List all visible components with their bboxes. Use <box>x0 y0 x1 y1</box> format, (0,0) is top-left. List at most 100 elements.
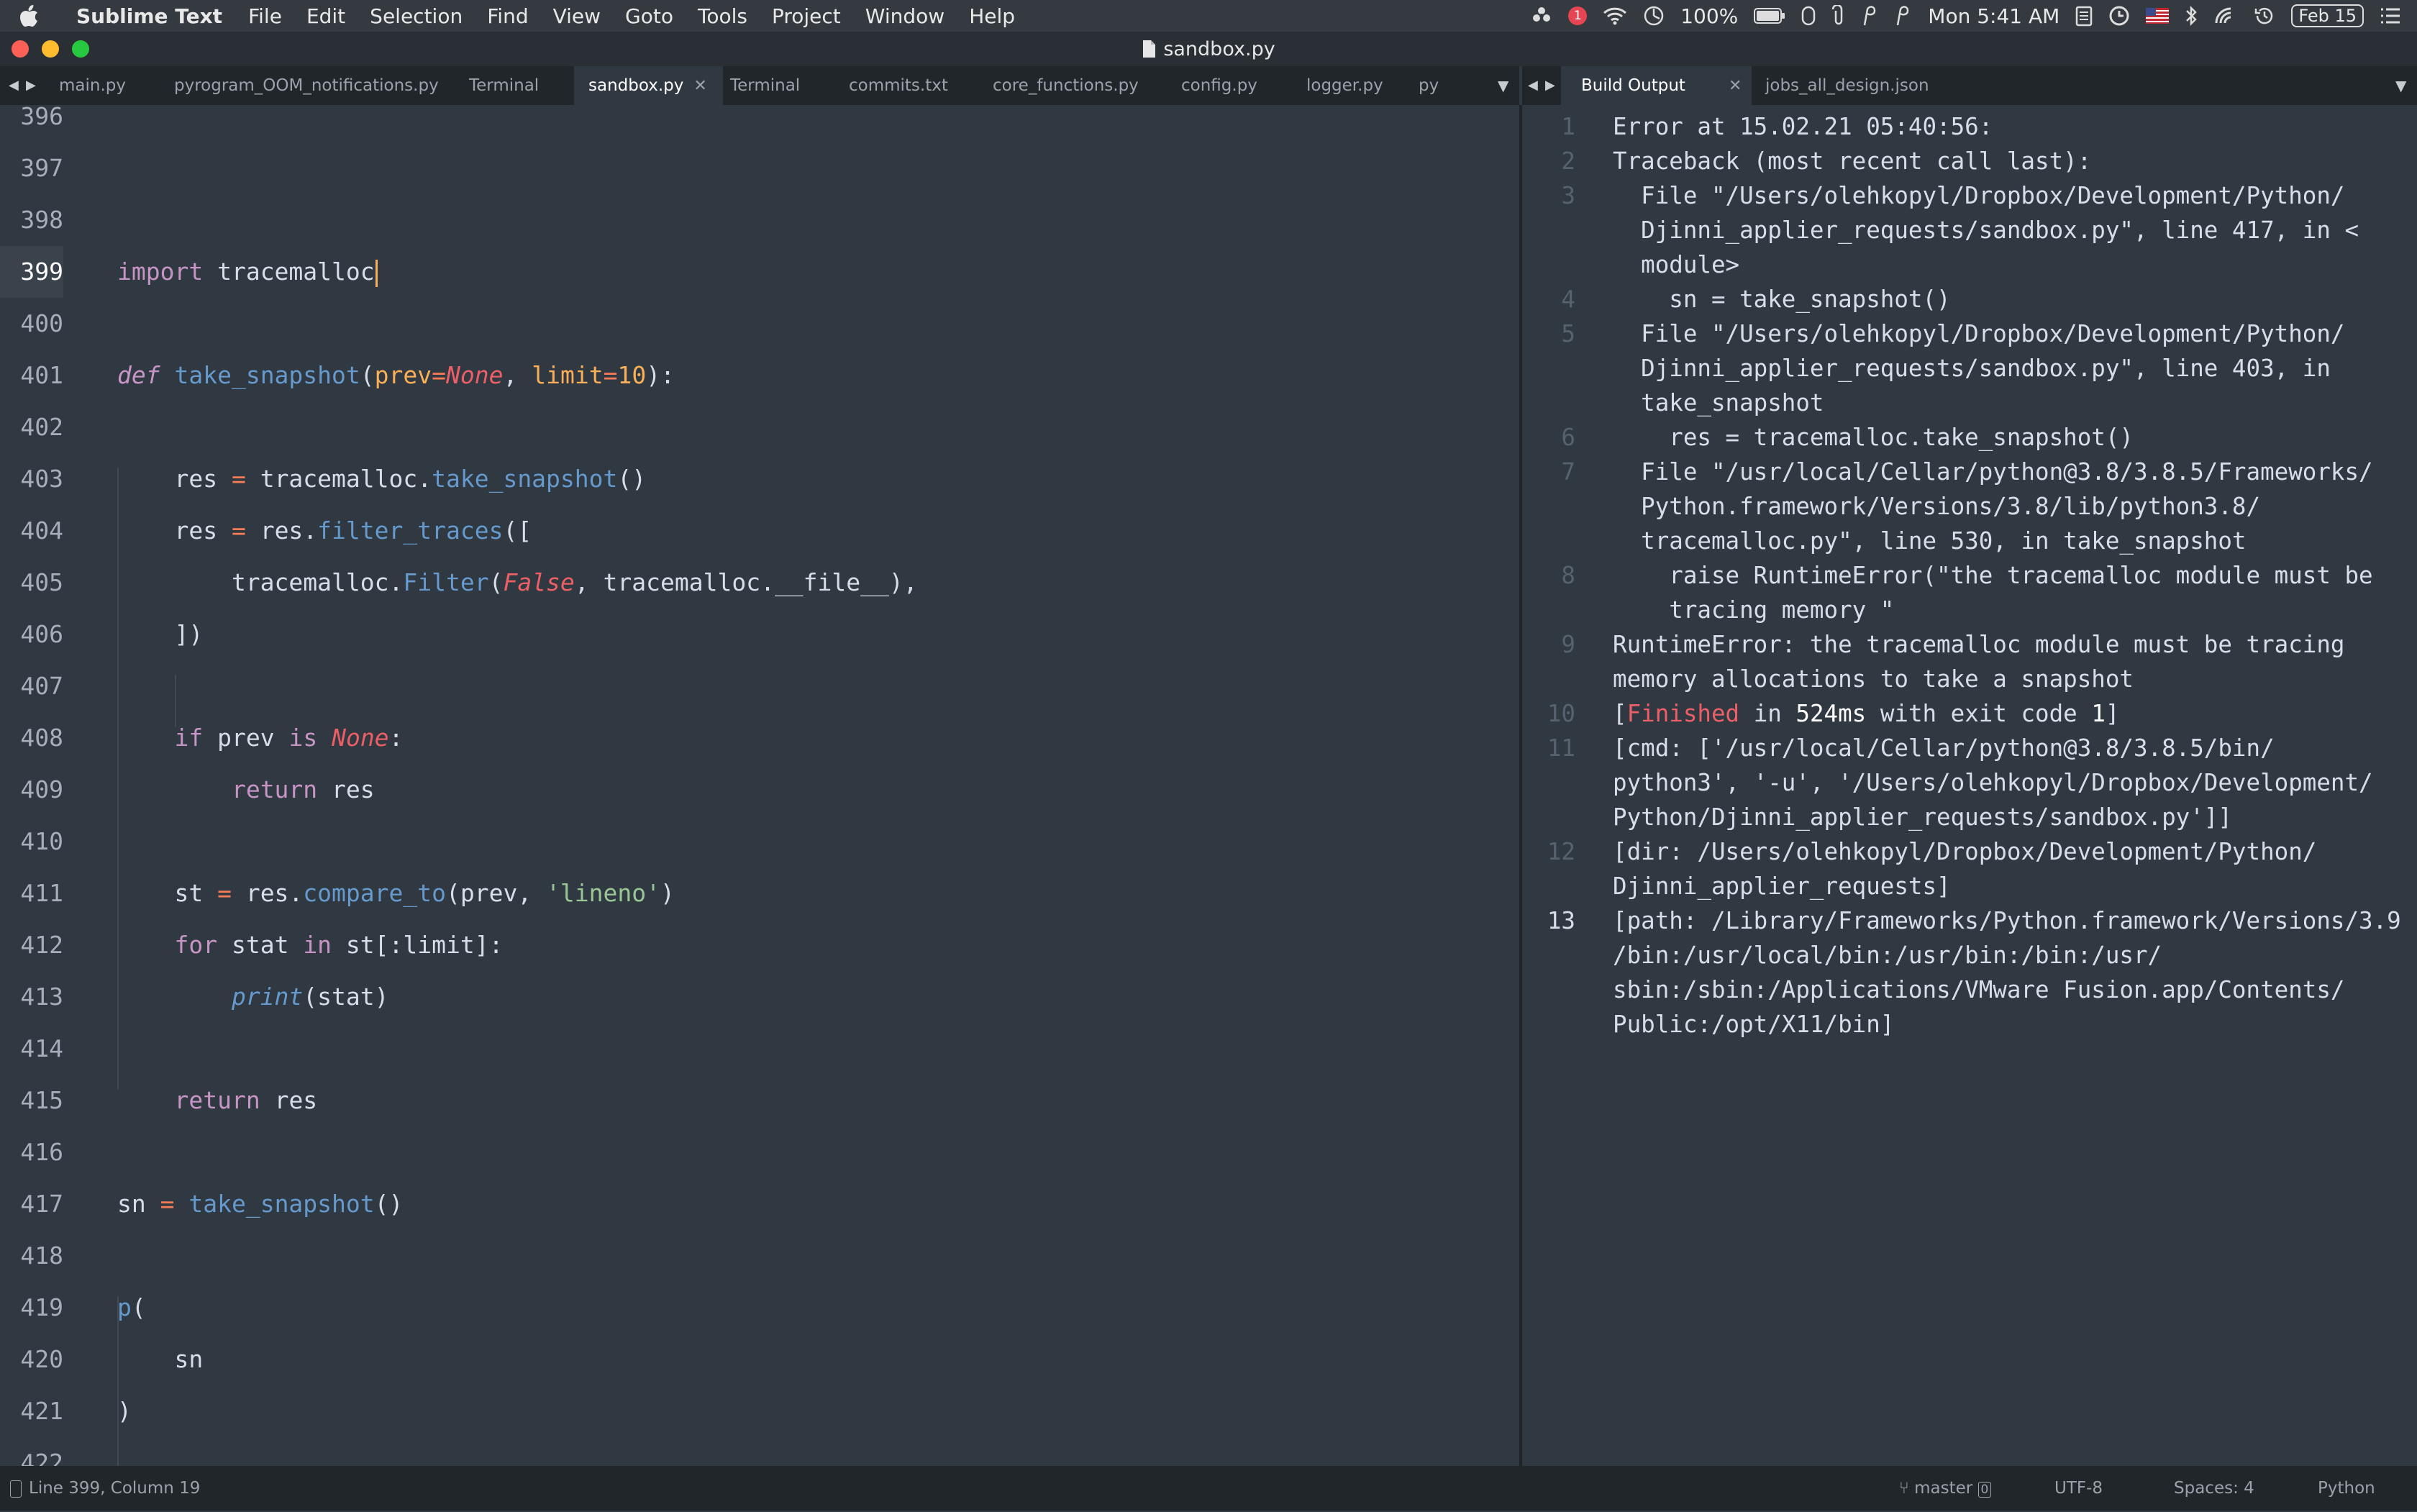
tab-sandbox-py[interactable]: sandbox.py ✕ <box>574 66 723 105</box>
code-line: 409 return res <box>0 764 1519 816</box>
output-tab-scroll-left-icon[interactable]: ◀ <box>1528 66 1538 105</box>
code-line: 403 res = tracemalloc.take_snapshot() <box>0 453 1519 505</box>
time-machine-icon[interactable] <box>2254 5 2275 27</box>
maximize-window-button[interactable] <box>72 40 89 58</box>
wifi-icon[interactable] <box>1603 6 1627 25</box>
tab-pyrogram-oom[interactable]: pyrogram_OOM_notifications.py <box>174 66 439 105</box>
status-bar: Line 399, Column 19 ⑂ master 0 UTF-8 Spa… <box>0 1466 2417 1511</box>
code-line: 420 sn <box>20 1345 204 1373</box>
line-code: st = res.compare_to(prev, 'lineno') <box>117 879 675 907</box>
code-editor[interactable]: 396 397 398 399 import tracemalloc 400 40… <box>0 105 1519 1466</box>
list-menu-icon[interactable] <box>2380 6 2401 25</box>
output-text: res = tracemalloc.take_snapshot() <box>1613 424 2134 451</box>
tab-terminal[interactable]: Terminal <box>469 66 539 105</box>
tab-list-dropdown-icon[interactable]: ▼ <box>1498 66 1508 105</box>
app-status-icon[interactable] <box>1531 5 1552 27</box>
notification-badge[interactable]: 1 <box>1568 6 1588 25</box>
code-line: 400 <box>20 309 63 337</box>
tab-jobs-all-design-json[interactable]: jobs_all_design.json <box>1765 66 1929 105</box>
apple-icon[interactable] <box>20 5 59 27</box>
code-line: 411 st = res.compare_to(prev, 'lineno') <box>0 867 1519 919</box>
mouse-icon[interactable] <box>1801 6 1816 26</box>
menu-file[interactable]: File <box>248 4 282 28</box>
line-code: p( <box>117 1293 146 1321</box>
line-code: for stat in st[:limit]: <box>174 931 504 959</box>
menu-goto[interactable]: Goto <box>625 4 673 28</box>
close-window-button[interactable] <box>12 40 29 58</box>
tab-commits-txt[interactable]: commits.txt <box>849 66 948 105</box>
menu-window[interactable]: Window <box>865 4 945 28</box>
document-icon <box>1142 40 1156 58</box>
code-line: 410 <box>20 827 63 855</box>
app-menu[interactable]: Sublime Text <box>76 4 222 28</box>
code-line: 413 print(stat) <box>0 971 1519 1023</box>
window-title-bar: sandbox.py <box>0 32 2417 66</box>
tab-label: Build Output <box>1581 76 1685 95</box>
line-code: res = tracemalloc.take_snapshot() <box>117 465 647 493</box>
window-controls <box>12 40 89 58</box>
line-code: import tracemalloc <box>117 246 378 298</box>
code-line: 422 <box>20 1449 63 1466</box>
text-cursor <box>375 259 378 287</box>
code-line: 396 <box>20 105 63 130</box>
tab-logger-py[interactable]: logger.py <box>1306 66 1383 105</box>
panel-toggle-icon[interactable] <box>10 1480 22 1498</box>
output-text: sn = take_snapshot() <box>1613 286 1951 313</box>
code-line: 412 for stat in st[:limit]: <box>0 919 1519 971</box>
tab-overflow-py[interactable]: py <box>1419 66 1439 105</box>
output-text: [dir: /Users/olehkopyl/Dropbox/Developme… <box>1613 838 2317 900</box>
indentation-selector[interactable]: Spaces: 4 <box>2174 1466 2254 1511</box>
branch-icon: ⑂ <box>1899 1479 1909 1498</box>
menu-view[interactable]: View <box>553 4 601 28</box>
notes-icon[interactable] <box>2075 5 2093 27</box>
paperclip-icon[interactable] <box>1831 5 1846 27</box>
cpu-monitor-icon[interactable] <box>1643 5 1665 27</box>
tab-config-py[interactable]: config.py <box>1181 66 1257 105</box>
menu-project[interactable]: Project <box>772 4 841 28</box>
build-output-panel[interactable]: 1 Error at 15.02.21 05:40:56: 2 Traceback … <box>1522 105 2417 1466</box>
menu-find[interactable]: Find <box>487 4 528 28</box>
code-line: 402 <box>20 413 63 441</box>
pen-alt-icon[interactable] <box>1895 5 1912 27</box>
code-line: 404 res = res.filter_traces([ <box>0 505 1519 557</box>
output-text: File "/Users/olehkopyl/Dropbox/Developme… <box>1613 320 2345 416</box>
code-line: 397 <box>20 154 63 182</box>
code-line-current: 399 import tracemalloc <box>0 246 1519 298</box>
bluetooth-icon[interactable] <box>2185 5 2198 27</box>
git-branch[interactable]: ⑂ master 0 <box>1899 1466 1992 1512</box>
syntax-selector[interactable]: Python <box>2318 1466 2375 1511</box>
us-flag-icon[interactable] <box>2146 8 2170 24</box>
menu-selection[interactable]: Selection <box>370 4 463 28</box>
tab-main-py[interactable]: main.py <box>59 66 126 105</box>
timer-icon[interactable] <box>2108 5 2130 27</box>
pen-icon[interactable] <box>1862 5 1879 27</box>
battery-icon[interactable] <box>1754 7 1785 24</box>
menu-edit[interactable]: Edit <box>306 4 345 28</box>
encoding-selector[interactable]: UTF-8 <box>2054 1466 2103 1511</box>
code-line: 418 <box>20 1242 63 1270</box>
output-text: [cmd: ['/usr/local/Cellar/python@3.8/3.8… <box>1613 734 2373 831</box>
menu-help[interactable]: Help <box>969 4 1015 28</box>
output-tab-scroll-right-icon[interactable]: ▶ <box>1545 66 1555 105</box>
tab-scroll-right-icon[interactable]: ▶ <box>26 66 36 105</box>
status-area: 1 100% Mon 5:41 AM Feb 15 <box>1531 0 2401 32</box>
output-text: Traceback (most recent call last): <box>1613 147 2092 175</box>
tab-scroll-left-icon[interactable]: ◀ <box>9 66 19 105</box>
editor-tab-bar: ◀ ▶ main.py pyrogram_OOM_notifications.p… <box>0 66 1519 105</box>
tab-terminal-2[interactable]: Terminal <box>730 66 800 105</box>
line-code: print(stat) <box>231 983 389 1011</box>
tab-core-functions-py[interactable]: core_functions.py <box>993 66 1139 105</box>
line-code: sn = take_snapshot() <box>117 1190 404 1218</box>
code-line: 417 sn = take_snapshot() <box>0 1178 1519 1230</box>
minimize-window-button[interactable] <box>42 40 59 58</box>
status-cursor-position[interactable]: Line 399, Column 19 <box>10 1466 200 1511</box>
date-indicator[interactable]: Feb 15 <box>2291 4 2364 27</box>
tab-build-output[interactable]: Build Output ✕ <box>1561 66 1752 105</box>
code-line: 415 return res <box>0 1075 1519 1126</box>
close-tab-icon[interactable]: ✕ <box>1729 77 1742 95</box>
clock[interactable]: Mon 5:41 AM <box>1928 4 2059 28</box>
signal-icon[interactable] <box>2213 6 2238 26</box>
menu-tools[interactable]: Tools <box>698 4 747 28</box>
output-tab-list-dropdown-icon[interactable]: ▼ <box>2395 66 2406 105</box>
close-tab-icon[interactable]: ✕ <box>693 77 706 95</box>
